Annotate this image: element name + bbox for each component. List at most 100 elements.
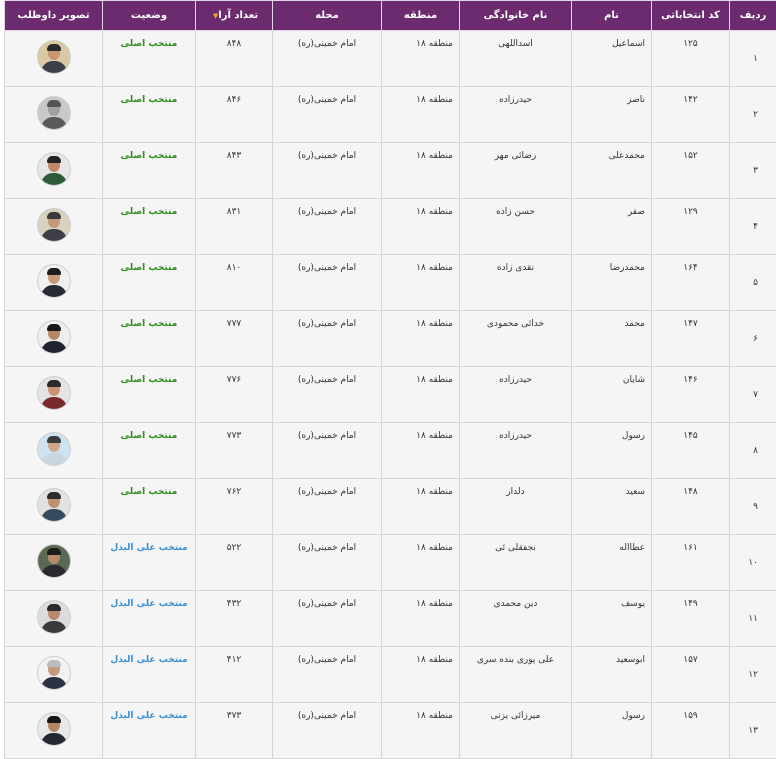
- cell-last-name: اسداللهی: [460, 31, 572, 87]
- candidate-photo[interactable]: [37, 152, 71, 186]
- cell-row-number: ۱۲: [730, 647, 776, 703]
- cell-votes: ۳۷۳: [196, 703, 273, 759]
- candidate-photo[interactable]: [37, 40, 71, 74]
- cell-photo: [5, 199, 103, 255]
- cell-photo: [5, 87, 103, 143]
- avatar-body: [41, 565, 67, 578]
- cell-photo: [5, 535, 103, 591]
- cell-region: منطقه ۱۸: [382, 703, 460, 759]
- header-last-name[interactable]: نام خانوادگی: [460, 1, 572, 31]
- header-row-number[interactable]: ردیف: [730, 1, 776, 31]
- candidate-photo[interactable]: [37, 96, 71, 130]
- cell-last-name: دلدار: [460, 479, 572, 535]
- avatar-body: [41, 117, 67, 130]
- cell-neighborhood: امام خمینی(ره): [273, 423, 382, 479]
- cell-election-code: ۱۲۹: [652, 199, 730, 255]
- avatar-hair: [47, 436, 61, 443]
- avatar-body: [41, 677, 67, 690]
- header-photo[interactable]: تصویر داوطلب: [5, 1, 103, 31]
- cell-photo: [5, 31, 103, 87]
- header-first-name[interactable]: نام: [572, 1, 652, 31]
- cell-first-name: رسول: [572, 423, 652, 479]
- cell-first-name: محمد: [572, 311, 652, 367]
- results-table-container: ردیف کد انتخاباتی نام نام خانوادگی منطقه…: [0, 0, 776, 664]
- cell-election-code: ۱۴۸: [652, 479, 730, 535]
- cell-region: منطقه ۱۸: [382, 255, 460, 311]
- table-row: ۱۲۱۵۷ابوسعیدعلی پوری بنده سریمنطقه ۱۸اما…: [5, 647, 776, 703]
- cell-region: منطقه ۱۸: [382, 591, 460, 647]
- avatar-body: [41, 173, 67, 186]
- avatar-body: [41, 229, 67, 242]
- cell-votes: ۸۱۰: [196, 255, 273, 311]
- cell-election-code: ۱۶۱: [652, 535, 730, 591]
- header-region[interactable]: منطقه: [382, 1, 460, 31]
- candidate-photo[interactable]: [37, 264, 71, 298]
- cell-last-name: نجفقلی ئی: [460, 535, 572, 591]
- candidate-photo[interactable]: [37, 600, 71, 634]
- cell-last-name: میرزائی یزنی: [460, 703, 572, 759]
- header-status[interactable]: وضعیت: [103, 1, 196, 31]
- cell-photo: [5, 647, 103, 703]
- cell-election-code: ۱۴۶: [652, 367, 730, 423]
- cell-votes: ۵۲۲: [196, 535, 273, 591]
- header-election-code[interactable]: کد انتخاباتی: [652, 1, 730, 31]
- cell-row-number: ۷: [730, 367, 776, 423]
- cell-status: منتخب اصلی: [103, 311, 196, 367]
- candidate-photo[interactable]: [37, 320, 71, 354]
- table-row: ۹۱۴۸سعیددلدارمنطقه ۱۸امام خمینی(ره)۷۶۲من…: [5, 479, 776, 535]
- table-row: ۷۱۴۶شایانحیدرزادهمنطقه ۱۸امام خمینی(ره)۷…: [5, 367, 776, 423]
- table-row: ۳۱۵۲محمدعلیرضائی مهرمنطقه ۱۸امام خمینی(ر…: [5, 143, 776, 199]
- cell-last-name: خدائی محمودی: [460, 311, 572, 367]
- avatar-hair: [47, 548, 61, 555]
- candidate-photo[interactable]: [37, 712, 71, 746]
- cell-status: منتخب علی البدل: [103, 703, 196, 759]
- candidate-photo[interactable]: [37, 656, 71, 690]
- candidate-photo[interactable]: [37, 376, 71, 410]
- cell-photo: [5, 703, 103, 759]
- cell-row-number: ۹: [730, 479, 776, 535]
- cell-region: منطقه ۱۸: [382, 479, 460, 535]
- cell-photo: [5, 591, 103, 647]
- cell-first-name: شایان: [572, 367, 652, 423]
- avatar-hair: [47, 212, 61, 219]
- avatar-hair: [47, 604, 61, 611]
- table-row: ۱۳۱۵۹رسولمیرزائی یزنیمنطقه ۱۸امام خمینی(…: [5, 703, 776, 759]
- cell-status: منتخب علی البدل: [103, 647, 196, 703]
- cell-first-name: محمدعلی: [572, 143, 652, 199]
- cell-election-code: ۱۵۷: [652, 647, 730, 703]
- table-row: ۵۱۶۴محمدرضانقدی زادهمنطقه ۱۸امام خمینی(ر…: [5, 255, 776, 311]
- cell-status: منتخب علی البدل: [103, 591, 196, 647]
- cell-first-name: یوسف: [572, 591, 652, 647]
- cell-neighborhood: امام خمینی(ره): [273, 535, 382, 591]
- candidate-photo[interactable]: [37, 544, 71, 578]
- avatar-body: [41, 509, 67, 522]
- cell-neighborhood: امام خمینی(ره): [273, 647, 382, 703]
- candidate-photo[interactable]: [37, 488, 71, 522]
- cell-status: منتخب اصلی: [103, 367, 196, 423]
- avatar-hair: [47, 380, 61, 387]
- cell-row-number: ۱: [730, 31, 776, 87]
- cell-status: منتخب اصلی: [103, 423, 196, 479]
- cell-first-name: عطااله: [572, 535, 652, 591]
- header-votes[interactable]: تعداد آرا▼: [196, 1, 273, 31]
- cell-votes: ۴۳۲: [196, 591, 273, 647]
- avatar-body: [41, 397, 67, 410]
- cell-photo: [5, 311, 103, 367]
- header-neighborhood[interactable]: محله: [273, 1, 382, 31]
- cell-last-name: دین محمدی: [460, 591, 572, 647]
- cell-first-name: محمدرضا: [572, 255, 652, 311]
- cell-neighborhood: امام خمینی(ره): [273, 255, 382, 311]
- cell-photo: [5, 479, 103, 535]
- candidate-photo[interactable]: [37, 432, 71, 466]
- cell-votes: ۴۱۲: [196, 647, 273, 703]
- cell-neighborhood: امام خمینی(ره): [273, 87, 382, 143]
- cell-election-code: ۱۴۲: [652, 87, 730, 143]
- cell-row-number: ۲: [730, 87, 776, 143]
- cell-region: منطقه ۱۸: [382, 143, 460, 199]
- candidate-photo[interactable]: [37, 208, 71, 242]
- cell-last-name: حیدرزاده: [460, 423, 572, 479]
- cell-first-name: رسول: [572, 703, 652, 759]
- avatar-body: [41, 621, 67, 634]
- cell-election-code: ۱۴۵: [652, 423, 730, 479]
- table-row: ۸۱۴۵رسولحیدرزادهمنطقه ۱۸امام خمینی(ره)۷۷…: [5, 423, 776, 479]
